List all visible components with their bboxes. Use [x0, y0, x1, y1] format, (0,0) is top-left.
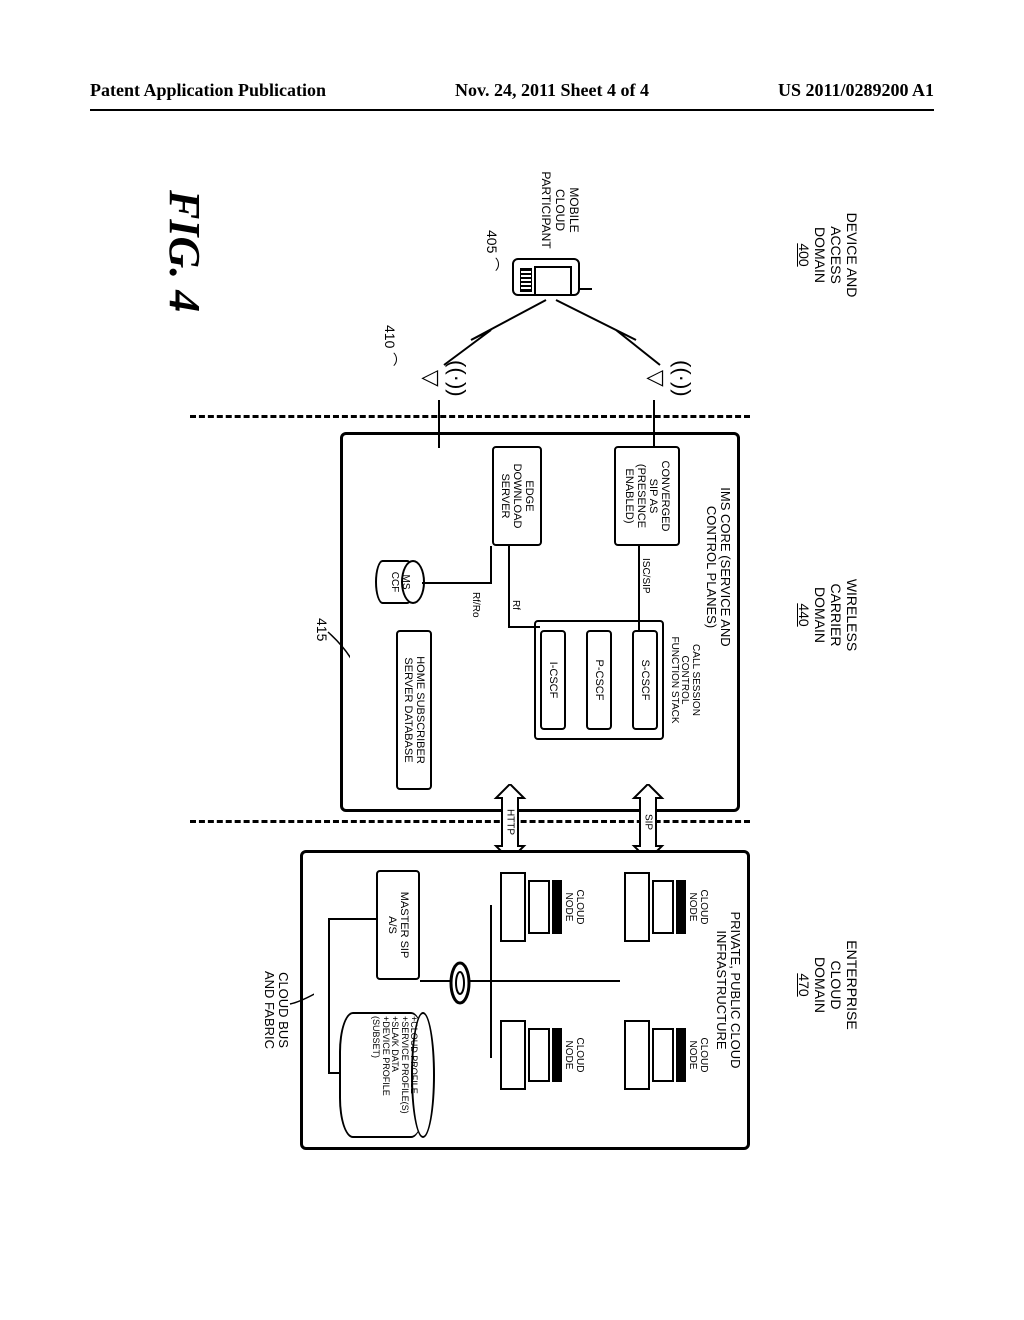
header-rule	[90, 109, 934, 111]
cloud-node-2-label: CLOUD NODE	[687, 1018, 708, 1092]
converged-sip-text: CONVERGED SIP AS (PRESENCE ENABLED)	[623, 461, 671, 532]
carrier-domain-title: WIRELESS CARRIER DOMAIN	[812, 579, 860, 651]
tower-ref-text: 410	[382, 325, 398, 348]
dashed-separator-1	[190, 415, 750, 418]
phone-ref-text: 405	[484, 230, 500, 253]
http-arrow-label: HTTP	[505, 809, 516, 835]
ims-core-title: IMS CORE (SERVICE AND CONTROL PLANES)	[703, 452, 732, 682]
tower-icon-1: ((·))▽	[643, 360, 695, 397]
carrier-ref-pointer	[326, 630, 350, 670]
enterprise-domain-title: ENTERPRISE CLOUD DOMAIN	[812, 940, 860, 1029]
carrier-domain-label: WIRELESS CARRIER DOMAIN 440	[796, 540, 860, 690]
rfro-label: Rf/Ro	[470, 592, 481, 618]
cloud-node-1	[616, 872, 686, 942]
rf-label: Rf	[510, 600, 521, 610]
msccf-label: MS CCF	[389, 560, 410, 604]
cloud-bus-label: CLOUD BUS AND FABRIC	[261, 950, 290, 1070]
profile-db-contents: +CLOUD PROFILE +SERVICE PROFILE(S) +SLA/…	[371, 1016, 418, 1134]
figure-label: FIG. 4	[159, 190, 210, 312]
mobile-participant-text: MOBILE CLOUD PARTICIPANT	[539, 171, 581, 248]
converged-sip-box: CONVERGED SIP AS (PRESENCE ENABLED)	[614, 446, 680, 546]
header-center: Nov. 24, 2011 Sheet 4 of 4	[455, 80, 649, 101]
enterprise-domain-label: ENTERPRISE CLOUD DOMAIN 470	[796, 910, 860, 1060]
cloud-node-1-label: CLOUD NODE	[687, 870, 708, 944]
bus-ring-icon	[448, 960, 472, 1006]
mobile-participant-label: MOBILE CLOUD PARTICIPANT	[539, 165, 580, 255]
cloud-node-2	[616, 1020, 686, 1090]
phone-ref: 405 ⌒	[482, 230, 502, 271]
tower-ref: 410 ⌒	[380, 325, 400, 366]
architecture-diagram: DEVICE AND ACCESS DOMAIN 400 WIRELESS CA…	[50, 160, 970, 1170]
carrier-domain-ref: 440	[796, 603, 812, 626]
device-domain-label: DEVICE AND ACCESS DOMAIN 400	[796, 180, 860, 330]
master-sip-box: MASTER SIP A/S	[376, 870, 420, 980]
cloud-bus-pointer	[288, 990, 314, 1020]
sip-arrow: SIP	[626, 784, 670, 860]
diagram-container: DEVICE AND ACCESS DOMAIN 400 WIRELESS CA…	[50, 160, 970, 1170]
master-sip-text: MASTER SIP A/S	[386, 892, 410, 959]
edge-download-text: EDGE DOWNLOAD SERVER	[499, 464, 535, 529]
header-right: US 2011/0289200 A1	[778, 80, 934, 101]
device-domain-ref: 400	[796, 243, 812, 266]
enterprise-domain-ref: 470	[796, 973, 812, 996]
isc-label: ISC/SIP	[640, 558, 651, 594]
callstack-frame	[534, 620, 664, 740]
cloud-node-4	[492, 1020, 562, 1090]
http-arrow: HTTP	[488, 784, 532, 860]
callstack-title: CALL SESSION CONTROL FUNCTION STACK	[669, 620, 701, 740]
device-domain-title: DEVICE AND ACCESS DOMAIN	[812, 213, 860, 298]
enterprise-panel-title: PRIVATE, PUBLIC CLOUD INFRASTRUCTURE	[713, 880, 742, 1100]
wireless-links	[436, 285, 666, 395]
sip-arrow-label: SIP	[643, 814, 654, 830]
cloud-node-3-label: CLOUD NODE	[563, 870, 584, 944]
edge-download-box: EDGE DOWNLOAD SERVER	[492, 446, 542, 546]
hss-box: HOME SUBSCRIBER SERVER DATABASE	[396, 630, 432, 790]
cloud-node-3	[492, 872, 562, 942]
hss-text: HOME SUBSCRIBER SERVER DATABASE	[402, 656, 426, 764]
header-left: Patent Application Publication	[90, 80, 326, 101]
cloud-node-4-label: CLOUD NODE	[563, 1018, 584, 1092]
tower-icon-2: ((·))▽	[418, 360, 470, 397]
